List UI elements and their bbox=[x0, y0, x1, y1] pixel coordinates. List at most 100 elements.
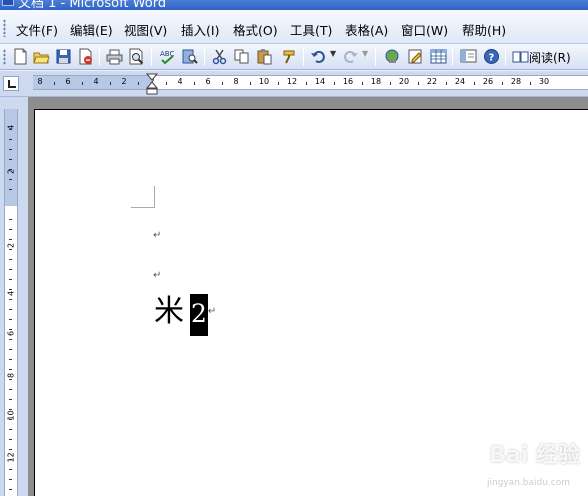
menu-table[interactable]: 表格(A) bbox=[345, 20, 388, 39]
ruler-number: 30 bbox=[538, 77, 550, 86]
ruler-tick bbox=[250, 82, 251, 85]
ruler-tick bbox=[9, 399, 12, 400]
ruler-tick bbox=[194, 82, 195, 85]
save-icon[interactable] bbox=[55, 48, 72, 65]
paragraph-mark: ↵ bbox=[153, 230, 162, 241]
watermark-logo: Bai 经验 bbox=[489, 443, 580, 468]
ruler-number: 16 bbox=[342, 77, 354, 86]
svg-text:?: ? bbox=[489, 53, 495, 64]
ruler-tick bbox=[9, 339, 12, 340]
ruler-tick bbox=[9, 239, 12, 240]
ruler-tick bbox=[9, 469, 12, 470]
table-icon[interactable] bbox=[430, 48, 447, 65]
drawing-icon[interactable] bbox=[407, 48, 424, 65]
toolbar-grip[interactable] bbox=[3, 49, 6, 65]
document-text-line[interactable]: 米 2↵ bbox=[154, 294, 216, 336]
ruler-number: 6 bbox=[65, 77, 71, 86]
window-title: 文档 1 - Microsoft Word bbox=[18, 0, 167, 10]
spelling-icon[interactable]: ABC bbox=[159, 48, 176, 65]
tab-selector-icon[interactable] bbox=[3, 76, 19, 91]
ruler-number: 26 bbox=[482, 77, 494, 86]
menu-window[interactable]: 窗口(W) bbox=[401, 20, 448, 39]
new-icon[interactable] bbox=[12, 48, 29, 65]
ruler-tick bbox=[9, 129, 12, 130]
page-corner-mark bbox=[131, 186, 155, 208]
read-button-label: 阅读(R) bbox=[529, 51, 571, 65]
ruler-tick bbox=[9, 359, 12, 360]
ruler-tick bbox=[138, 82, 139, 85]
permission-icon[interactable] bbox=[77, 48, 94, 65]
ruler-number: 28 bbox=[510, 77, 522, 86]
indent-marker-icon[interactable] bbox=[146, 73, 158, 95]
ruler-number: 18 bbox=[370, 77, 382, 86]
ruler-tick bbox=[9, 139, 12, 140]
watermark-url: jingyan.baidu.com bbox=[486, 478, 570, 488]
ruler-tick bbox=[9, 419, 12, 420]
selected-text[interactable]: 2 bbox=[190, 294, 208, 336]
ruler-tick bbox=[9, 189, 12, 190]
ruler-number: 10 bbox=[258, 77, 270, 86]
hyperlink-icon[interactable] bbox=[384, 48, 401, 65]
redo-dropdown-icon[interactable]: ▼ bbox=[362, 49, 368, 58]
paragraph-mark: ↵ bbox=[153, 270, 162, 281]
paste-icon[interactable] bbox=[256, 48, 273, 65]
menu-insert[interactable]: 插入(I) bbox=[181, 20, 219, 39]
cut-icon[interactable] bbox=[211, 48, 228, 65]
copy-icon[interactable] bbox=[233, 48, 250, 65]
menu-file[interactable]: 文件(F) bbox=[16, 20, 58, 39]
vertical-ruler[interactable]: 4 2 2 4 6 8 10 12 bbox=[4, 109, 18, 496]
help-icon[interactable]: ? bbox=[483, 48, 500, 65]
redo-icon[interactable] bbox=[342, 48, 359, 65]
menu-help[interactable]: 帮助(H) bbox=[462, 20, 506, 39]
ruler-tick bbox=[166, 82, 167, 85]
ruler-tick bbox=[362, 82, 363, 85]
toolbar-separator bbox=[99, 48, 100, 66]
ruler-number: 6 bbox=[6, 330, 16, 337]
toolbar-separator bbox=[204, 48, 205, 66]
ruler-number: 8 bbox=[233, 77, 239, 86]
word-app-icon[interactable] bbox=[2, 0, 14, 6]
format-painter-icon[interactable] bbox=[281, 48, 298, 65]
menu-grip[interactable] bbox=[3, 19, 6, 37]
ruler-tick bbox=[474, 82, 475, 85]
read-icon bbox=[512, 48, 529, 65]
ruler-tick bbox=[9, 229, 12, 230]
document-text[interactable]: 米 bbox=[154, 294, 184, 329]
ruler-tick bbox=[390, 82, 391, 85]
ruler-tick bbox=[9, 439, 12, 440]
undo-icon[interactable] bbox=[310, 48, 327, 65]
menu-format[interactable]: 格式(O) bbox=[233, 20, 278, 39]
print-icon[interactable] bbox=[106, 48, 123, 65]
horizontal-ruler[interactable]: 864224681012141618202224262830 bbox=[33, 75, 588, 90]
ruler-number: 12 bbox=[286, 77, 298, 86]
ruler-tick bbox=[9, 289, 12, 290]
ruler-number: 14 bbox=[314, 77, 326, 86]
undo-dropdown-icon[interactable]: ▼ bbox=[330, 49, 336, 58]
ruler-tick bbox=[82, 82, 83, 85]
menu-bar: 文件(F) 编辑(E) 视图(V) 插入(I) 格式(O) 工具(T) 表格(A… bbox=[0, 10, 588, 44]
toolbar-separator bbox=[303, 48, 304, 66]
ruler-tick bbox=[418, 82, 419, 85]
ruler-tick bbox=[278, 82, 279, 85]
toolbar-separator bbox=[505, 48, 506, 66]
menu-tools[interactable]: 工具(T) bbox=[290, 20, 332, 39]
ruler-tick bbox=[9, 179, 12, 180]
ruler-tick bbox=[9, 369, 12, 370]
ruler-tick bbox=[9, 459, 12, 460]
menu-view[interactable]: 视图(V) bbox=[124, 20, 167, 39]
open-icon[interactable] bbox=[33, 48, 50, 65]
ruler-number: 6 bbox=[205, 77, 211, 86]
ruler-tick bbox=[9, 319, 12, 320]
ruler-number: 2 bbox=[6, 168, 16, 175]
ruler-tick bbox=[9, 329, 12, 330]
ruler-tick bbox=[110, 82, 111, 85]
menu-edit[interactable]: 编辑(E) bbox=[70, 20, 113, 39]
ruler-tick bbox=[9, 269, 12, 270]
document-map-icon[interactable] bbox=[460, 48, 477, 65]
research-icon[interactable] bbox=[181, 48, 198, 65]
standard-toolbar: ABC ▼ ▼ ? 阅读(R) bbox=[0, 44, 588, 70]
print-preview-icon[interactable] bbox=[128, 48, 145, 65]
ruler-tick bbox=[446, 82, 447, 85]
ruler-tick bbox=[9, 279, 12, 280]
ruler-tick bbox=[9, 479, 12, 480]
